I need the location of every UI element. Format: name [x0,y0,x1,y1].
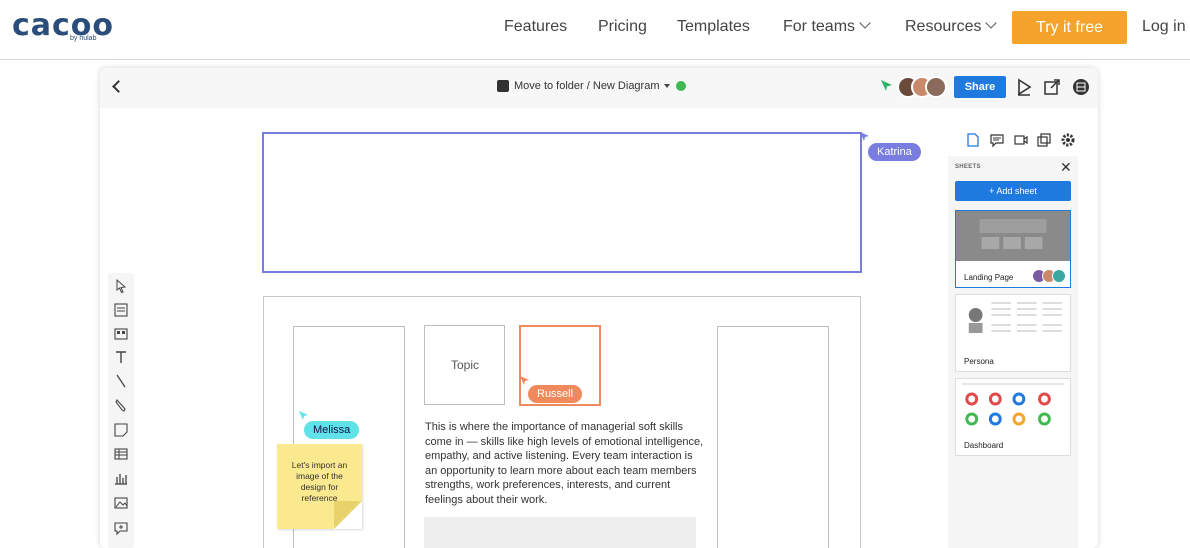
sheets-panel: SHEETS ✕ + Add sheet Landing Page Person… [948,156,1078,548]
collaborator-tag-melissa: Melissa [304,421,360,439]
layers-icon[interactable] [1036,132,1052,148]
chart-icon[interactable] [112,469,130,487]
image-icon[interactable] [112,494,130,512]
cursor-icon [881,80,892,91]
sticky-fold [334,501,362,529]
pen-icon[interactable] [112,396,130,414]
editor-header: Move to folder / New Diagram Share [100,68,1098,108]
diagram-title[interactable]: Move to folder / New Diagram [497,80,686,96]
sheets-icon[interactable] [965,132,981,148]
chevron-down-icon [859,17,871,29]
body-text[interactable]: This is where the importance of manageri… [425,420,705,507]
frame-selected[interactable] [262,132,862,273]
diagram-canvas[interactable]: Katrina Topic Russell Melissa This is wh… [135,108,945,548]
share-button[interactable]: Share [954,76,1006,98]
editor-window: Move to folder / New Diagram Share Katri… [100,68,1098,548]
back-icon[interactable] [112,80,125,93]
add-sheet-button[interactable]: + Add sheet [955,181,1071,201]
placeholder-block[interactable] [424,517,696,548]
site-header: cacoo by nulab Features Pricing Template… [0,0,1190,60]
cacoo-logo[interactable]: cacoo by nulab [12,8,113,46]
nav-for-teams[interactable]: For teams [783,17,871,36]
export-icon[interactable] [1042,77,1062,97]
nav-templates[interactable]: Templates [677,18,750,36]
nav-templates-label: Templates [677,18,750,35]
line-icon[interactable] [112,372,130,390]
logo-byline: by nulab [70,35,97,42]
breadcrumb: Move to folder / New Diagram [514,80,660,92]
collaborator-tag-katrina: Katrina [868,143,921,161]
sheets-title: SHEETS [955,164,981,170]
sheet-label: Dashboard [964,441,1004,450]
nav-pricing[interactable]: Pricing [598,18,647,36]
template-icon[interactable] [112,301,130,319]
sheet-item-dashboard[interactable]: Dashboard [955,378,1071,456]
table-icon[interactable] [112,445,130,463]
cursor-icon [860,132,869,141]
sheet-thumbnail [956,295,1070,345]
cacoo-app-icon [497,80,509,93]
nav-pricing-label: Pricing [598,18,647,35]
collaborator-avatars[interactable] [897,76,949,98]
pointer-icon[interactable] [112,277,130,295]
nav-resources[interactable]: Resources [905,17,998,36]
sheet-label: Persona [964,357,994,366]
sheet-thumbnail [956,211,1070,261]
sheet-thumbnail [956,379,1070,429]
chevron-down-icon [985,17,998,29]
sticky-note-icon[interactable] [112,421,130,439]
shapes-icon[interactable] [112,325,130,343]
caret-down-icon[interactable] [663,84,670,89]
sticky-note-text: Let's import an image of the design for … [291,460,348,503]
sheet-item-landing-page[interactable]: Landing Page [955,210,1071,288]
avatar [1052,269,1066,283]
comment-icon[interactable] [112,519,130,537]
comments-icon[interactable] [989,132,1005,148]
topic-box[interactable]: Topic [424,325,505,405]
sheet-label: Landing Page [964,273,1014,282]
collaborator-tag-russell: Russell [528,385,583,403]
text-icon[interactable] [112,348,130,366]
nav-for-teams-label: For teams [783,18,856,35]
sticky-note[interactable]: Let's import an image of the design for … [277,444,362,529]
more-menu-icon[interactable] [1071,77,1091,97]
login-link[interactable]: Log in [1142,18,1186,36]
side-panel-tabs [965,132,1077,152]
saved-check-icon [675,81,686,92]
close-icon[interactable]: ✕ [1060,159,1072,176]
cursor-icon [520,376,529,385]
column-box-right[interactable] [717,326,829,548]
topic-label: Topic [450,358,479,372]
video-icon[interactable] [1013,132,1029,148]
nav-features[interactable]: Features [504,18,567,36]
cursor-icon [299,411,308,420]
avatar[interactable] [925,76,947,98]
tool-palette [108,273,134,548]
play-icon[interactable] [1014,77,1034,97]
logo-wordmark: cacoo [12,8,115,43]
sheet-item-persona[interactable]: Persona [955,294,1071,372]
try-it-free-button[interactable]: Try it free [1012,11,1127,44]
nav-resources-label: Resources [905,18,982,35]
nav-features-label: Features [504,18,568,35]
gear-icon[interactable] [1060,132,1076,148]
